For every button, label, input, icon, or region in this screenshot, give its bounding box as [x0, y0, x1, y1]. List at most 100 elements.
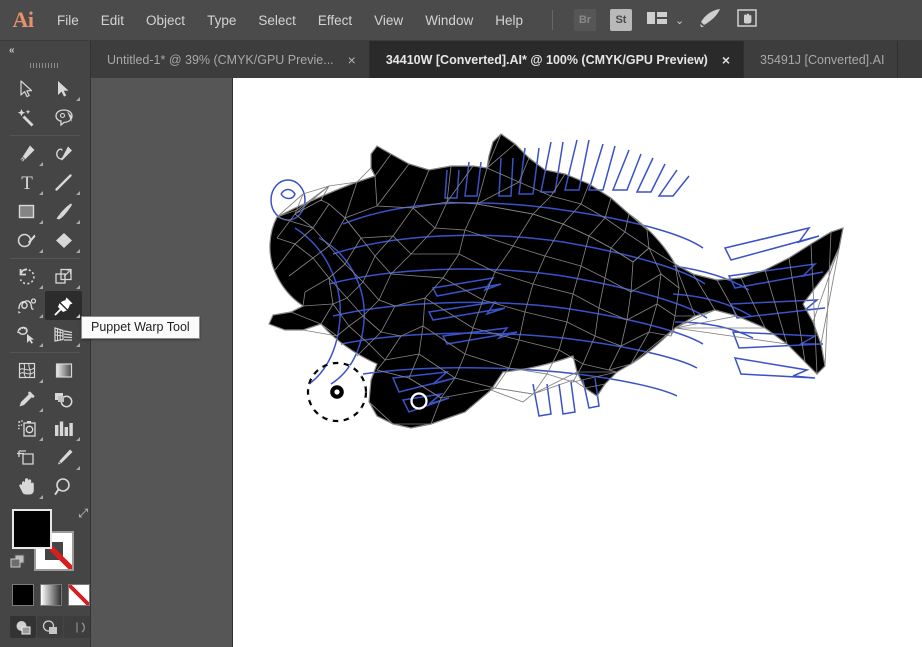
direct-selection-arrow-icon [56, 80, 71, 98]
paintbrush-tool[interactable] [45, 197, 82, 226]
tools-panel-header: « [0, 41, 90, 59]
tab-title: 34410W [Converted].AI* @ 100% (CMYK/GPU … [386, 53, 708, 67]
tool-group-indicator-icon [76, 191, 80, 195]
hand-workspace-icon [736, 8, 758, 33]
draw-inside-mode[interactable] [64, 616, 90, 638]
magic-wand-tool[interactable] [8, 103, 45, 132]
menu-help[interactable]: Help [484, 8, 534, 33]
puppet-warp-tool[interactable] [45, 291, 82, 320]
rectangle-tool[interactable] [8, 197, 45, 226]
pen-nib-icon [17, 144, 36, 163]
document-tab-35491j[interactable]: 35491J [Converted].AI [744, 41, 898, 78]
canvas-gray-area[interactable] [91, 78, 233, 647]
eyedropper-tool[interactable] [8, 385, 45, 414]
gradient-swatch[interactable] [40, 584, 62, 606]
selection-arrow-icon [19, 80, 34, 98]
tool-row: T [8, 168, 82, 197]
slice-tool[interactable] [45, 443, 82, 472]
default-fill-stroke-icon[interactable] [10, 554, 26, 569]
stock-button[interactable]: St [610, 9, 632, 31]
tool-group-indicator-icon [39, 314, 43, 318]
draw-behind-mode[interactable] [37, 616, 63, 638]
tool-group-indicator-icon [76, 249, 80, 253]
none-swatch[interactable] [68, 584, 90, 606]
shaper-tool[interactable] [8, 226, 45, 255]
rectangle-icon [17, 202, 36, 221]
rotate-icon [17, 267, 37, 286]
artboard-canvas[interactable] [233, 78, 922, 647]
perspective-grid-tool[interactable] [45, 320, 82, 349]
blend-icon [53, 390, 74, 409]
line-segment-tool[interactable] [45, 168, 82, 197]
document-tab-untitled-1[interactable]: Untitled-1* @ 39% (CMYK/GPU Previe... × [91, 41, 370, 78]
tool-row [8, 320, 82, 349]
menu-window[interactable]: Window [414, 8, 484, 33]
eraser-icon [54, 231, 74, 250]
tool-group-indicator-icon [39, 220, 43, 224]
none-slash-icon [69, 585, 89, 605]
selection-tool[interactable] [8, 74, 45, 103]
hand-icon [17, 477, 37, 496]
symbol-sprayer-tool[interactable] [8, 414, 45, 443]
menu-edit[interactable]: Edit [90, 8, 135, 33]
grip-dots-icon [30, 63, 60, 68]
tools-panel: « [0, 41, 91, 647]
width-tool[interactable] [8, 291, 45, 320]
shape-builder-tool[interactable] [8, 356, 45, 385]
blend-tool[interactable] [45, 385, 82, 414]
close-icon[interactable]: × [722, 53, 730, 67]
type-tool[interactable]: T [8, 168, 45, 197]
close-icon[interactable]: × [348, 53, 356, 67]
column-graph-tool[interactable] [45, 414, 82, 443]
hand-tool[interactable] [8, 472, 45, 501]
swap-fill-stroke-icon[interactable]: ⤢ [78, 506, 88, 521]
zoom-tool[interactable] [45, 472, 82, 501]
artboard-icon [16, 448, 37, 467]
lasso-tool[interactable] [45, 103, 82, 132]
fish-artwork[interactable] [233, 78, 922, 647]
tool-row [8, 443, 82, 472]
rotate-tool[interactable] [8, 262, 45, 291]
tool-group-indicator-icon [39, 495, 43, 499]
direct-selection-tool[interactable] [45, 74, 82, 103]
scale-tool[interactable] [45, 262, 82, 291]
menu-object[interactable]: Object [135, 8, 196, 33]
pin-selected[interactable] [330, 385, 345, 400]
eraser-tool[interactable] [45, 226, 82, 255]
rocket-icon [698, 8, 722, 33]
pin[interactable] [308, 453, 323, 468]
tools-panel-grip[interactable] [0, 59, 90, 72]
gradient-tool[interactable] [45, 356, 82, 385]
artboard-tool[interactable] [8, 443, 45, 472]
chevron-down-icon: ⌄ [675, 14, 684, 27]
workspace-switcher-button[interactable] [736, 8, 758, 33]
fill-swatch[interactable] [12, 509, 52, 549]
gradient-icon [54, 361, 74, 380]
tool-group-indicator-icon [39, 191, 43, 195]
tool-row [8, 103, 82, 132]
bridge-button[interactable]: Br [574, 9, 596, 31]
pen-tool[interactable] [8, 139, 45, 168]
menu-select[interactable]: Select [247, 8, 307, 33]
menu-file[interactable]: File [46, 8, 90, 33]
draw-mode-buttons [10, 616, 90, 638]
tool-row [8, 356, 82, 385]
collapse-panel-icon[interactable]: « [9, 45, 14, 56]
arrange-documents-button[interactable]: ⌄ [646, 10, 684, 31]
menu-type[interactable]: Type [196, 8, 247, 33]
menu-effect[interactable]: Effect [307, 8, 363, 33]
tool-row [8, 472, 82, 501]
document-tab-34410w[interactable]: 34410W [Converted].AI* @ 100% (CMYK/GPU … [370, 41, 744, 78]
tool-divider [10, 135, 80, 136]
tool-row [8, 262, 82, 291]
discover-button[interactable] [698, 8, 722, 33]
free-transform-tool[interactable] [8, 320, 45, 349]
slice-knife-icon [54, 448, 74, 467]
tool-group-indicator-icon [76, 97, 80, 101]
curvature-tool[interactable] [45, 139, 82, 168]
illustrator-window: Ai File Edit Object Type Select Effect V… [0, 0, 922, 647]
draw-normal-mode[interactable] [10, 616, 36, 638]
tool-group-indicator-icon [76, 437, 80, 441]
menu-view[interactable]: View [363, 8, 414, 33]
color-swatch[interactable] [12, 584, 34, 606]
